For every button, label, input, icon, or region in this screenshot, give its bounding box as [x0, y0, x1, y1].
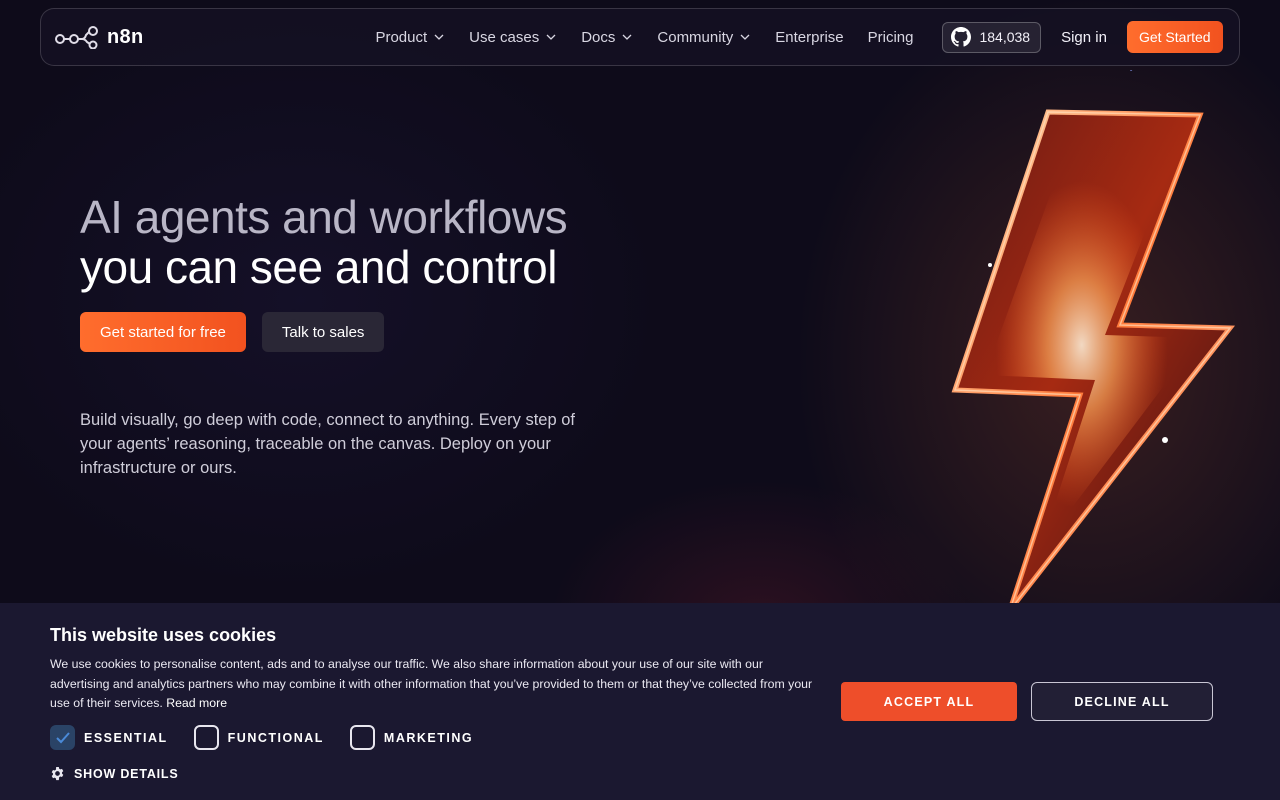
cookie-categories: ESSENTIAL FUNCTIONAL MARKETING [50, 725, 499, 750]
checkbox-label: ESSENTIAL [84, 730, 168, 745]
nav-item-enterprise[interactable]: Enterprise [775, 29, 843, 46]
checkbox-label: FUNCTIONAL [227, 730, 324, 745]
checkbox-unchecked[interactable] [193, 725, 219, 750]
cookie-banner-title: This website uses cookies [50, 625, 277, 645]
cookie-checkbox-functional[interactable]: FUNCTIONAL [193, 725, 324, 750]
get-started-button[interactable]: Get Started [1126, 21, 1223, 53]
get-started-free-button[interactable]: Get started for free [80, 312, 246, 352]
nav-item-label: Pricing [867, 28, 914, 46]
nav-item-pricing[interactable]: Pricing [868, 29, 914, 46]
chevron-down-icon [622, 34, 632, 40]
top-navigation: n8n Product Use cases Docs Community Ent… [40, 8, 1240, 66]
nav-item-label: Product [375, 28, 428, 46]
checkbox-checked[interactable] [50, 725, 75, 750]
github-stars-button[interactable]: 184,038 [942, 21, 1042, 53]
show-details-toggle[interactable]: SHOW DETAILS [50, 766, 179, 781]
hero-title-line-2: you can see and control [80, 241, 557, 293]
hero-description: Build visually, go deep with code, conne… [80, 411, 575, 477]
nav-item-label: Community [657, 28, 734, 46]
n8n-logo[interactable]: n8n [55, 25, 143, 49]
chevron-down-icon [740, 34, 750, 40]
decline-all-button[interactable]: DECLINE ALL [1031, 682, 1213, 721]
cookie-description: We use cookies to personalise content, a… [50, 657, 813, 710]
nav-item-community[interactable]: Community [657, 29, 751, 46]
read-more-link[interactable]: Read more [166, 696, 227, 710]
cookie-banner-text: We use cookies to personalise content, a… [50, 655, 820, 714]
checkbox-unchecked[interactable] [349, 725, 375, 750]
hero-title-line-1: AI agents and workflows [80, 191, 568, 243]
nav-item-use-cases[interactable]: Use cases [469, 29, 557, 46]
nav-item-label: Use cases [469, 28, 540, 46]
talk-to-sales-button[interactable]: Talk to sales [261, 312, 385, 352]
nav-links: Product Use cases Docs Community Enterpr… [375, 29, 913, 46]
show-details-label: SHOW DETAILS [74, 766, 179, 781]
nav-item-label: Enterprise [775, 28, 844, 46]
checkbox-label: MARKETING [383, 730, 474, 745]
lightning-bolt-illustration [951, 70, 1236, 612]
chevron-down-icon [434, 34, 444, 40]
cookie-banner: This website uses cookies We use cookies… [0, 603, 1280, 800]
gear-icon [51, 766, 64, 781]
sign-in-link[interactable]: Sign in [1061, 29, 1107, 46]
github-icon [951, 27, 972, 47]
cookie-checkbox-marketing[interactable]: MARKETING [349, 725, 474, 750]
checkmark-icon [55, 731, 70, 743]
github-stars-count: 184,038 [979, 29, 1031, 45]
nav-item-docs[interactable]: Docs [581, 29, 633, 46]
chevron-down-icon [546, 34, 556, 40]
hero-title: AI agents and workflows you can see and … [80, 191, 568, 293]
nav-item-product[interactable]: Product [375, 29, 445, 46]
hero-cta-row: Get started for free Talk to sales [80, 312, 385, 352]
cookie-checkbox-essential[interactable]: ESSENTIAL [50, 725, 168, 750]
nav-item-label: Docs [581, 28, 616, 46]
accept-all-button[interactable]: ACCEPT ALL [841, 682, 1017, 721]
logo-text: n8n [107, 25, 144, 48]
n8n-logo-icon [55, 26, 98, 49]
